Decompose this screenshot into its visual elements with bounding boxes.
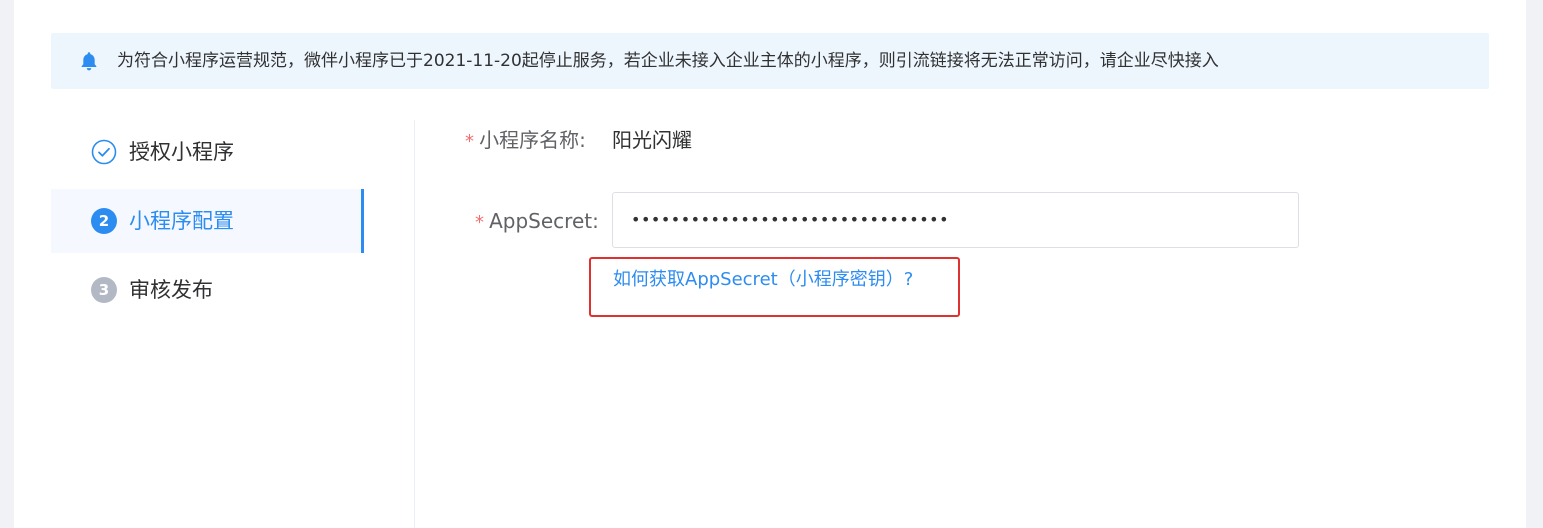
bell-icon <box>81 52 97 71</box>
check-circle-icon <box>91 139 117 165</box>
step-label: 小程序配置 <box>129 209 234 233</box>
page: 为符合小程序运营规范，微伴小程序已于2021-11-20起停止服务，若企业未接入… <box>14 0 1526 528</box>
divider <box>414 120 415 528</box>
step-config[interactable]: 2 小程序配置 <box>51 189 364 253</box>
miniprogram-name-value: 阳光闪耀 <box>612 128 692 152</box>
required-mark: * <box>465 131 474 152</box>
appsecret-input[interactable]: •••••••••••••••••••••••••••••••• <box>612 192 1299 248</box>
miniprogram-name-row: * 小程序名称: 阳光闪耀 <box>465 124 692 158</box>
step-authorize[interactable]: 授权小程序 <box>51 120 364 184</box>
appsecret-label-row: * AppSecret: <box>475 205 599 239</box>
step-nav: 授权小程序 2 小程序配置 3 审核发布 <box>51 120 401 528</box>
step-number-badge: 3 <box>91 277 117 303</box>
step-label: 审核发布 <box>129 278 213 302</box>
miniprogram-name-label: 小程序名称: <box>479 128 586 152</box>
notice-text: 为符合小程序运营规范，微伴小程序已于2021-11-20起停止服务，若企业未接入… <box>117 51 1219 71</box>
appsecret-help-link[interactable]: 如何获取AppSecret（小程序密钥）? <box>613 264 913 296</box>
step-label: 授权小程序 <box>129 140 234 164</box>
appsecret-label: AppSecret: <box>489 209 599 233</box>
notice-banner: 为符合小程序运营规范，微伴小程序已于2021-11-20起停止服务，若企业未接入… <box>51 33 1489 89</box>
step-number-badge: 2 <box>91 208 117 234</box>
required-mark: * <box>475 212 484 233</box>
step-review-publish[interactable]: 3 审核发布 <box>51 258 364 322</box>
